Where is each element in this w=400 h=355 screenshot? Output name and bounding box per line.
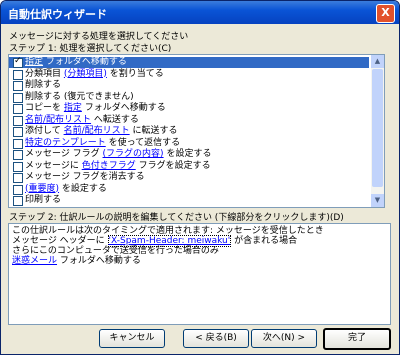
action-row[interactable]: 添付して 名前/配布リスト に転送する xyxy=(9,126,369,137)
action-label: 削除する xyxy=(25,80,61,91)
window-title: 自動仕訳ウィザード xyxy=(8,8,107,21)
action-checkbox[interactable] xyxy=(13,173,23,183)
action-row[interactable]: 分類項目 (分類項目) を割り当てる xyxy=(9,69,369,80)
cancel-button[interactable]: キャンセル xyxy=(99,329,165,348)
action-link[interactable]: 指定 xyxy=(25,57,43,67)
action-row[interactable]: 特定のテンプレート を使って返信する xyxy=(9,138,369,149)
action-text: を割り当てる xyxy=(106,68,164,79)
next-button[interactable]: 次へ(N) > xyxy=(251,329,317,348)
action-checkbox[interactable] xyxy=(13,184,23,195)
action-link[interactable]: 指定 xyxy=(64,103,82,113)
action-label: 印刷する xyxy=(25,195,61,206)
action-text: メッセージに xyxy=(25,160,82,171)
action-text: 削除する (復元できません) xyxy=(25,91,134,102)
action-label: 名前/配布リスト へ転送する xyxy=(25,115,139,126)
action-text: 削除する xyxy=(25,80,62,90)
action-link[interactable]: (フラグの内容) xyxy=(103,149,164,159)
action-text: メッセージ フラグを消去する xyxy=(25,172,145,182)
action-text: フォルダへ移動する xyxy=(81,103,166,113)
action-link[interactable]: 特定のテンプレート xyxy=(25,138,106,148)
action-checkbox[interactable] xyxy=(13,56,23,68)
action-label: (重要度) を設定する xyxy=(25,184,107,195)
scroll-up-icon[interactable]: ▲ xyxy=(371,55,384,68)
action-row[interactable]: 削除する xyxy=(9,80,369,91)
action-checkbox[interactable] xyxy=(13,115,23,126)
desc-line-4-suffix: フォルダへ移動する xyxy=(57,256,141,266)
action-label: メッセージ フラグ (フラグの内容) を設定する xyxy=(25,149,211,160)
action-row[interactable]: メッセージ フラグ (フラグの内容) を設定する xyxy=(9,149,369,160)
action-checkbox[interactable] xyxy=(13,127,23,137)
action-checkbox[interactable] xyxy=(13,92,23,103)
desc-line-3: さらにこのコンピュータで送受信を行った場合のみ xyxy=(12,246,219,256)
action-checkbox[interactable] xyxy=(13,161,23,172)
scroll-down-icon[interactable]: ▼ xyxy=(371,194,384,207)
action-label: 削除する (復元できません) xyxy=(25,92,134,103)
action-checkbox[interactable] xyxy=(13,138,23,149)
action-text: コピーを xyxy=(25,103,64,113)
scroll-thumb[interactable] xyxy=(372,69,383,187)
action-row[interactable]: (重要度) を設定する xyxy=(9,184,369,195)
action-text: を設定する xyxy=(59,183,107,194)
action-checkbox[interactable] xyxy=(13,196,23,206)
action-link[interactable]: 名前/配布リスト xyxy=(25,115,91,125)
action-text: を設定する xyxy=(163,149,212,159)
action-link[interactable]: (重要度) xyxy=(25,184,59,194)
action-link[interactable]: 色付きフラグ xyxy=(82,161,136,171)
desc-line-2-suffix: が含まれる場合 xyxy=(231,236,298,246)
action-checkbox[interactable] xyxy=(13,104,23,114)
rule-description-box: この仕訳ルールは次のタイミングで適用されます: メッセージを受信したとき メッセ… xyxy=(8,223,391,325)
action-checkbox[interactable] xyxy=(13,69,23,80)
action-row[interactable]: 削除する (復元できません) xyxy=(9,92,369,103)
action-text: に転送する xyxy=(129,126,178,136)
action-label: コピーを 指定 フォルダへ移動する xyxy=(25,103,166,114)
action-row[interactable]: 指定 フォルダへ移動する xyxy=(9,56,369,68)
action-text: へ転送する xyxy=(91,114,139,125)
close-button[interactable]: X xyxy=(376,4,395,23)
action-row[interactable]: 印刷する xyxy=(9,195,369,206)
wizard-window: 自動仕訳ウィザード X メッセージに対する処理を選択してください ステップ 1:… xyxy=(0,0,400,355)
action-link[interactable]: (分類項目) xyxy=(64,69,107,79)
action-text: フラグを設定する xyxy=(135,160,211,171)
desc-line-4: 迷惑メール フォルダへ移動する xyxy=(12,256,387,266)
action-label: メッセージに 色付きフラグ フラグを設定する xyxy=(25,161,211,172)
action-label: メッセージ フラグを消去する xyxy=(25,172,145,183)
action-row[interactable]: 名前/配布リスト へ転送する xyxy=(9,115,369,126)
action-checkbox[interactable] xyxy=(13,81,23,91)
action-text: フォルダへ移動する xyxy=(43,57,127,67)
back-button[interactable]: < 戻る(B) xyxy=(183,329,249,348)
action-label: 分類項目 (分類項目) を割り当てる xyxy=(25,69,164,80)
vertical-scrollbar[interactable]: ▲ ▼ xyxy=(371,55,384,207)
actions-listbox[interactable]: 指定 フォルダへ移動する分類項目 (分類項目) を割り当てる削除する削除する (… xyxy=(8,54,385,208)
action-row[interactable]: メッセージに 色付きフラグ フラグを設定する xyxy=(9,161,369,172)
step2-label: ステップ 2: 仕訳ルールの説明を編集してください (下線部分をクリックします)… xyxy=(9,213,344,223)
folder-link[interactable]: 迷惑メール xyxy=(12,256,57,266)
action-text: を使って返信する xyxy=(105,137,181,148)
action-text: 分類項目 xyxy=(25,68,64,79)
action-checkbox[interactable] xyxy=(13,150,23,160)
finish-button[interactable]: 完了 xyxy=(323,328,391,350)
action-text: 印刷する xyxy=(25,195,62,205)
action-row[interactable]: コピーを 指定 フォルダへ移動する xyxy=(9,103,369,114)
desc-line-2: メッセージ ヘッダーに 'X-Spam-Header: meiwaku' が含ま… xyxy=(12,235,387,247)
action-row[interactable]: メッセージ フラグを消去する xyxy=(9,172,369,183)
action-link[interactable]: 名前/配布リスト xyxy=(64,126,130,136)
desc-line-2-prefix: メッセージ ヘッダーに xyxy=(12,236,108,246)
action-text: 添付して xyxy=(25,126,64,136)
action-label: 特定のテンプレート を使って返信する xyxy=(25,138,180,149)
action-label: 指定 フォルダへ移動する xyxy=(25,57,127,68)
action-label: 添付して 名前/配布リスト に転送する xyxy=(25,126,178,137)
title-bar[interactable]: 自動仕訳ウィザード X xyxy=(1,1,399,24)
action-text: メッセージ フラグ xyxy=(25,149,103,159)
step1-label: ステップ 1: 処理を選択してください(C) xyxy=(9,44,172,54)
